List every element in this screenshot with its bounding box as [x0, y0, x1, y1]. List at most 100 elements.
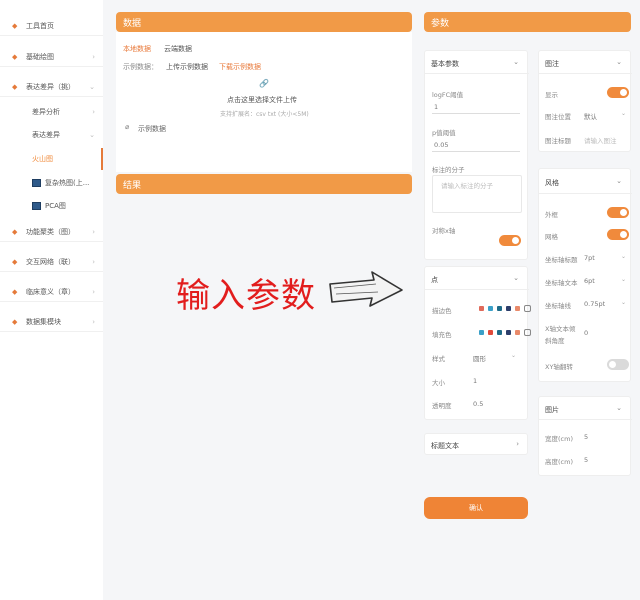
color-swatch[interactable] — [497, 306, 502, 311]
stroke-color-swatches[interactable] — [479, 305, 531, 312]
sidebar-item-function-cluster[interactable]: ◆ 功能聚类（图） › — [0, 222, 103, 242]
chevron-right-icon: › — [92, 228, 95, 236]
sidebar-item-basic-plot[interactable]: ◆ 基础绘图 › — [0, 47, 103, 67]
legend-position-select[interactable]: 默认 — [584, 111, 597, 121]
chevron-down-icon: ⌄ — [511, 352, 517, 359]
sidebar-item-label: 表达差异（挑） — [26, 82, 75, 91]
pvalue-input[interactable]: 0.05 — [434, 141, 448, 149]
divider — [425, 73, 529, 74]
bullet-icon: ◆ — [12, 227, 18, 236]
chevron-down-icon[interactable]: ⌄ — [616, 58, 622, 66]
sidebar-sub-volcano[interactable]: 火山图 — [0, 148, 103, 170]
axis-title-size-label: 坐标轴标题 — [545, 256, 578, 264]
chevron-down-icon[interactable]: ⌄ — [513, 58, 519, 66]
params-panel-title: 参数 — [431, 18, 450, 29]
frame-label: 外框 — [545, 211, 558, 219]
heatmap-icon — [32, 179, 41, 187]
sidebar-item-clinical[interactable]: ◆ 临床意义（章） › — [0, 282, 103, 302]
point-title: 点 — [431, 276, 438, 284]
sidebar-item-label: 交互网络（联） — [26, 257, 75, 266]
grid-toggle[interactable] — [607, 229, 629, 240]
sidebar-item-dataset[interactable]: ◆ 数据集模块 › — [0, 312, 103, 332]
sidebar-sub-heatmap[interactable]: 复杂热图(上... — [0, 172, 103, 194]
point-size-input[interactable]: 1 — [473, 377, 477, 385]
color-swatch[interactable] — [515, 306, 520, 311]
symmetric-x-toggle[interactable] — [499, 235, 521, 246]
basic-params-box: 基本参数 ⌄ logFC阈值 1 p值阈值 0.05 标注的分子 请输入标注的分… — [424, 50, 529, 260]
sidebar-item-expression-diff[interactable]: ◆ 表达差异（挑） ⌄ — [0, 77, 103, 97]
sidebar: ◆ 工具首页 ◆ 基础绘图 › ◆ 表达差异（挑） ⌄ 差异分析 › 表达差异 … — [0, 0, 103, 600]
color-swatch[interactable] — [479, 306, 484, 311]
chevron-right-icon: › — [92, 108, 95, 116]
color-swatch[interactable] — [497, 330, 502, 335]
sidebar-sub-pca[interactable]: PCA图 — [0, 195, 103, 217]
example-data-label: 示例数据： — [123, 63, 158, 71]
point-size-label: 大小 — [432, 379, 445, 387]
logfc-input[interactable]: 1 — [434, 103, 438, 111]
custom-color-swatch[interactable] — [524, 329, 531, 336]
frame-toggle[interactable] — [607, 207, 629, 218]
tab-local-data[interactable]: 本地数据 — [123, 44, 151, 54]
pca-icon — [32, 202, 41, 210]
chevron-right-icon: › — [92, 318, 95, 326]
fill-color-swatches[interactable] — [479, 329, 531, 336]
chevron-down-icon[interactable]: ⌄ — [513, 274, 519, 282]
color-swatch[interactable] — [488, 330, 493, 335]
bullet-icon: ◆ — [12, 52, 18, 61]
color-swatch[interactable] — [488, 306, 493, 311]
style-title: 风格 — [545, 179, 559, 187]
color-swatch[interactable] — [506, 306, 511, 311]
axis-line-select[interactable]: 0.75pt — [584, 300, 605, 308]
sidebar-sub-diff-analysis[interactable]: 差异分析 › — [0, 101, 103, 123]
upload-example-link[interactable]: 上传示例数据 — [166, 62, 208, 72]
confirm-button[interactable]: 确认 — [424, 497, 528, 519]
xy-flip-toggle[interactable] — [607, 359, 629, 370]
divider — [539, 419, 632, 420]
chevron-right-icon: › — [92, 258, 95, 266]
sidebar-item-network[interactable]: ◆ 交互网络（联） › — [0, 252, 103, 272]
legend-title-input[interactable]: 请输入图注 — [584, 135, 617, 145]
sidebar-item-label: 临床意义（章） — [26, 287, 75, 296]
bullet-icon: ◆ — [12, 257, 18, 266]
chevron-down-icon[interactable]: ⌄ — [616, 177, 622, 185]
legend-show-toggle[interactable] — [607, 87, 629, 98]
x-angle-input[interactable]: 0 — [584, 329, 588, 337]
width-label: 宽度(cm) — [545, 435, 573, 443]
data-panel-header: 数据 — [116, 12, 412, 32]
legend-show-label: 显示 — [545, 91, 558, 99]
upload-hint: 支持扩展名：csv txt (大小<5M) — [220, 111, 309, 118]
sidebar-sub-expression-diff[interactable]: 表达差异 ⌄ — [0, 124, 103, 146]
width-input[interactable]: 5 — [584, 433, 588, 441]
sidebar-sub-label: 差异分析 — [32, 108, 60, 116]
chevron-down-icon: ⌄ — [621, 253, 627, 260]
axis-text-size-select[interactable]: 6pt — [584, 277, 595, 285]
fill-color-label: 填充色 — [432, 331, 452, 339]
example-file-link[interactable]: 示例数据 — [138, 124, 166, 134]
legend-title: 图注 — [545, 60, 559, 68]
app-root: ◆ 工具首页 ◆ 基础绘图 › ◆ 表达差异（挑） ⌄ 差异分析 › 表达差异 … — [0, 0, 640, 600]
point-style-label: 样式 — [432, 355, 445, 363]
legend-title-label: 图注标题 — [545, 137, 571, 145]
chevron-down-icon: ⌄ — [621, 110, 627, 117]
point-box: 点 ⌄ 描边色 填充色 样式 圆形 ⌄ 大小 1 透明度 0.5 — [424, 266, 531, 420]
color-swatch[interactable] — [515, 330, 520, 335]
tab-cloud-data[interactable]: 云端数据 — [164, 44, 192, 54]
point-style-select[interactable]: 圆形 — [473, 353, 486, 363]
upload-area[interactable]: 点击这里选择文件上传 — [227, 95, 297, 105]
chevron-down-icon[interactable]: ⌄ — [616, 404, 622, 412]
mark-placeholder: 请输入标注的分子 — [441, 182, 493, 190]
height-label: 高度(cm) — [545, 458, 573, 466]
download-example-link[interactable]: 下载示例数据 — [219, 62, 261, 72]
color-swatch[interactable] — [479, 330, 484, 335]
axis-title-size-select[interactable]: 7pt — [584, 254, 595, 262]
height-input[interactable]: 5 — [584, 456, 588, 464]
chevron-down-icon: ⌄ — [89, 131, 95, 139]
opacity-input[interactable]: 0.5 — [473, 400, 483, 408]
result-panel-header: 结果 — [116, 174, 412, 194]
title-text-box[interactable]: 标题文本 › — [424, 433, 528, 455]
pvalue-label: p值阈值 — [432, 129, 456, 137]
sidebar-item-home[interactable]: ◆ 工具首页 — [0, 16, 103, 36]
custom-color-swatch[interactable] — [524, 305, 531, 312]
color-swatch[interactable] — [506, 330, 511, 335]
axis-text-size-label: 坐标轴文本 — [545, 279, 578, 287]
